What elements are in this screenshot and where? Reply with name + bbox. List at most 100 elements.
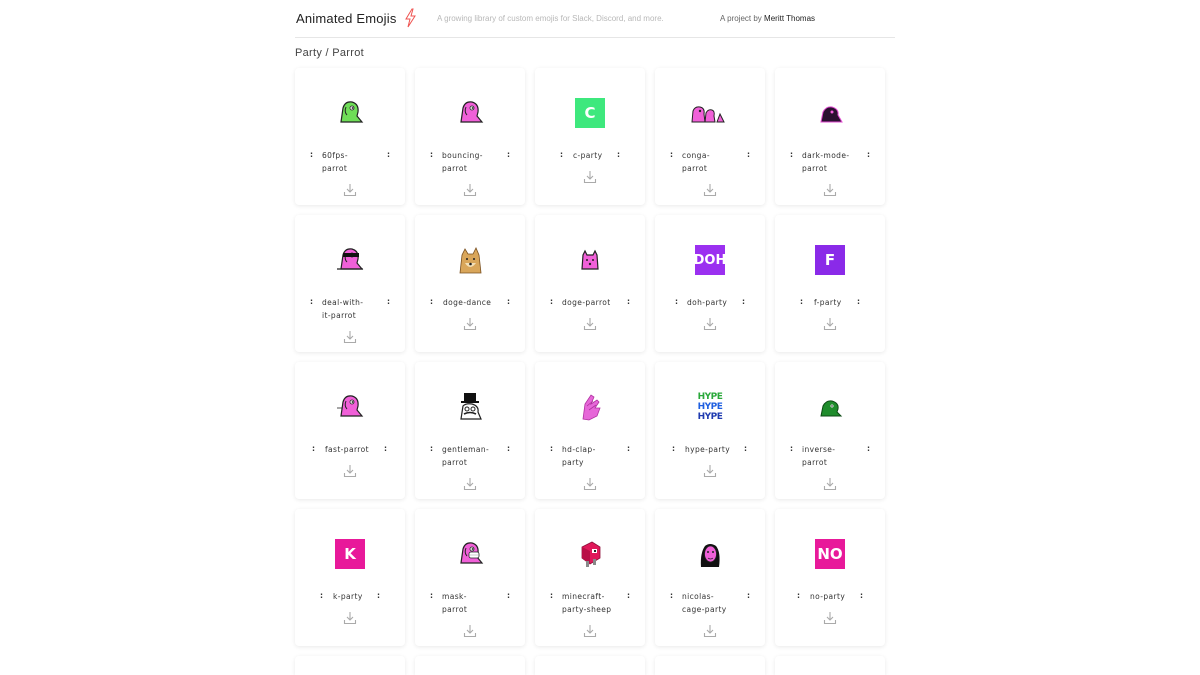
- site-tagline: A growing library of custom emojis for S…: [437, 14, 664, 23]
- emoji-card[interactable]: :60fps-parrot:: [295, 68, 405, 205]
- emoji-card[interactable]: NO: no-party:: [775, 509, 885, 646]
- emoji-card[interactable]: [415, 656, 525, 675]
- emoji-name-line: deal-with-: [322, 298, 364, 307]
- hype-text-icon: HYPE HYPE HYPE: [695, 392, 725, 422]
- colon-right: :: [387, 297, 391, 306]
- emoji-card[interactable]: F: f-party:: [775, 215, 885, 352]
- download-icon[interactable]: [703, 464, 717, 478]
- emoji-name-text: no-party: [810, 591, 845, 604]
- emoji-name-line: gentleman-: [442, 445, 490, 454]
- download-icon[interactable]: [583, 317, 597, 331]
- emoji-name: : inverse-parrot:: [775, 442, 885, 468]
- emoji-card[interactable]: K: k-party:: [295, 509, 405, 646]
- emoji-name: : gentleman-parrot:: [415, 442, 525, 468]
- colon-right: :: [377, 591, 381, 600]
- breadcrumb[interactable]: Party / Parrot: [295, 47, 364, 59]
- emoji-name-text: deal-with-it-parrot: [322, 297, 363, 322]
- emoji-card[interactable]: : minecraft-party-sheep:: [535, 509, 645, 646]
- emoji-card[interactable]: : nicolas-cage-party:: [655, 509, 765, 646]
- download-icon[interactable]: [823, 317, 837, 331]
- conga-parrots-icon: [691, 98, 725, 128]
- download-icon[interactable]: [823, 477, 837, 491]
- emoji-name-line: hype-party: [685, 445, 731, 454]
- download-icon[interactable]: [583, 624, 597, 638]
- colon-left: :: [310, 297, 314, 306]
- download-icon[interactable]: [463, 624, 477, 638]
- colon-left: :: [550, 444, 554, 453]
- emoji-card[interactable]: : doge-dance:: [415, 215, 525, 352]
- download-icon[interactable]: [463, 477, 477, 491]
- emoji-card[interactable]: HYPE HYPE HYPE: hype-party:: [655, 362, 765, 499]
- download-icon[interactable]: [703, 183, 717, 197]
- download-icon[interactable]: [823, 183, 837, 197]
- download-icon[interactable]: [343, 183, 357, 197]
- colon-right: :: [384, 444, 388, 453]
- emoji-name-line: dark-mode-: [802, 151, 850, 160]
- emoji-card[interactable]: : doge-parrot:: [535, 215, 645, 352]
- download-icon[interactable]: [583, 477, 597, 491]
- emoji-card[interactable]: : mask-parrot:: [415, 509, 525, 646]
- download-icon[interactable]: [703, 624, 717, 638]
- emoji-name: : minecraft-party-sheep:: [535, 589, 645, 615]
- emoji-card[interactable]: : conga-parrot:: [655, 68, 765, 205]
- no-text-icon: NO: [815, 539, 845, 569]
- emoji-name-text: dark-mode-parrot: [802, 150, 849, 175]
- doh-text-label: DOH: [694, 245, 726, 275]
- emoji-name-line: party: [562, 457, 584, 467]
- site-title[interactable]: Animated Emojis: [296, 11, 397, 26]
- download-icon[interactable]: [823, 611, 837, 625]
- download-icon[interactable]: [463, 317, 477, 331]
- emoji-name-text: mask-parrot: [442, 591, 467, 616]
- emoji-card[interactable]: : gentleman-parrot:: [415, 362, 525, 499]
- minecraft-sheep-icon: [575, 539, 605, 569]
- emoji-card[interactable]: C: c-party:: [535, 68, 645, 205]
- parrot-inverse-icon: [815, 392, 845, 422]
- emoji-name-text: doge-parrot: [562, 297, 611, 310]
- emoji-name: : dark-mode-parrot:: [775, 148, 885, 174]
- author-link[interactable]: Meritt Thomas: [764, 14, 815, 23]
- emoji-card[interactable]: : hd-clap-party:: [535, 362, 645, 499]
- emoji-name-line: parrot: [442, 604, 468, 614]
- colon-left: :: [790, 444, 794, 453]
- emoji-name-line: conga-: [682, 151, 710, 160]
- download-icon[interactable]: [343, 611, 357, 625]
- emoji-name-text: 60fps-parrot: [322, 150, 348, 175]
- emoji-name-text: inverse-parrot: [802, 444, 835, 469]
- download-icon[interactable]: [583, 170, 597, 184]
- emoji-card[interactable]: [535, 656, 645, 675]
- hype-stack: HYPE HYPE HYPE: [697, 392, 723, 422]
- colon-right: :: [860, 591, 864, 600]
- parrot-pink-icon: [455, 98, 485, 128]
- emoji-card[interactable]: [295, 656, 405, 675]
- emoji-card[interactable]: DOH: doh-party:: [655, 215, 765, 352]
- download-icon[interactable]: [703, 317, 717, 331]
- nicolas-cage-icon: [695, 539, 725, 569]
- doge-parrot-icon: [575, 245, 605, 275]
- c-letter-label: C: [575, 98, 605, 128]
- download-icon[interactable]: [343, 330, 357, 344]
- colon-left: :: [312, 444, 316, 453]
- download-icon[interactable]: [343, 464, 357, 478]
- colon-left: :: [320, 591, 324, 600]
- colon-left: :: [550, 591, 554, 600]
- emoji-card[interactable]: [655, 656, 765, 675]
- download-icon[interactable]: [463, 183, 477, 197]
- colon-right: :: [507, 150, 511, 159]
- emoji-card[interactable]: : inverse-parrot:: [775, 362, 885, 499]
- emoji-name: : bouncing-parrot:: [415, 148, 525, 174]
- emoji-card[interactable]: : bouncing-parrot:: [415, 68, 525, 205]
- colon-right: :: [627, 297, 631, 306]
- no-text-label: NO: [815, 539, 845, 569]
- f-letter-label: F: [815, 245, 845, 275]
- emoji-name-line: party-sheep: [562, 604, 612, 614]
- emoji-card[interactable]: : fast-parrot:: [295, 362, 405, 499]
- colon-left: :: [430, 444, 434, 453]
- emoji-name-line: parrot: [442, 457, 468, 467]
- emoji-card[interactable]: : deal-with-it-parrot:: [295, 215, 405, 352]
- colon-left: :: [310, 150, 314, 159]
- colon-left: :: [670, 150, 674, 159]
- emoji-card[interactable]: [775, 656, 885, 675]
- parrot-mask-icon: [455, 539, 485, 569]
- emoji-card[interactable]: : dark-mode-parrot:: [775, 68, 885, 205]
- colon-right: :: [747, 591, 751, 600]
